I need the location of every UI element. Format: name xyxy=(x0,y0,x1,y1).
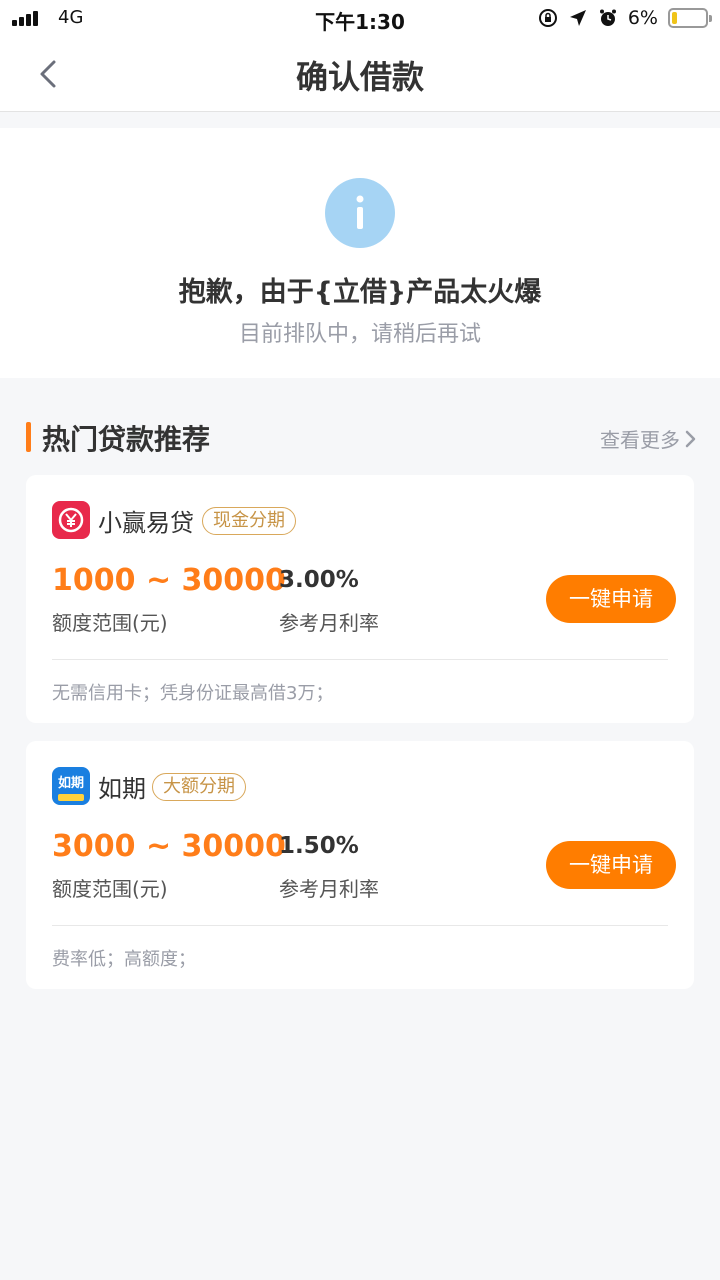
loan-card[interactable]: 如期 如期 大额分期 3000 ~ 30000 额度范围(元) 1.50% 参考… xyxy=(26,741,694,989)
amount-range: 1000 ~ 30000 xyxy=(52,563,286,598)
see-more-link[interactable]: 查看更多 xyxy=(600,424,698,453)
rotation-lock-icon xyxy=(538,9,557,27)
status-bar: 4G 下午1:30 6% xyxy=(0,0,720,36)
apply-button[interactable]: 一键申请 xyxy=(546,575,676,623)
apply-button[interactable]: 一键申请 xyxy=(546,841,676,889)
product-features: 无需信用卡；凭身份证最高借3万； xyxy=(52,683,334,704)
product-name: 如期 xyxy=(98,775,146,803)
product-tag: 现金分期 xyxy=(202,507,296,535)
notice-title: 抱歉，由于{立借}产品太火爆 xyxy=(178,277,542,308)
rate-label: 参考月利率 xyxy=(279,611,379,635)
loan-card[interactable]: 小赢易贷 现金分期 1000 ~ 30000 额度范围(元) 3.00% 参考月… xyxy=(26,475,694,723)
location-arrow-icon xyxy=(569,10,586,26)
monthly-rate: 3.00% xyxy=(279,567,359,593)
battery-percent: 6% xyxy=(627,7,658,29)
amount-label: 额度范围(元) xyxy=(52,611,168,635)
product-features: 费率低；高额度； xyxy=(52,949,196,970)
battery-icon xyxy=(668,8,712,28)
xiaoying-logo-icon xyxy=(52,501,90,539)
notice-subtitle: 目前排队中，请稍后再试 xyxy=(238,322,481,347)
status-right: 6% xyxy=(538,6,712,30)
alarm-icon xyxy=(599,9,616,26)
ruqi-logo-icon: 如期 xyxy=(52,767,90,805)
amount-range: 3000 ~ 30000 xyxy=(52,829,286,864)
logo-text: 如期 xyxy=(57,776,84,791)
divider xyxy=(52,659,668,660)
info-icon xyxy=(325,178,395,248)
amount-label: 额度范围(元) xyxy=(52,877,168,901)
nav-bar: 确认借款 xyxy=(0,36,720,112)
section-title: 热门贷款推荐 xyxy=(42,423,211,456)
divider xyxy=(52,925,668,926)
rate-label: 参考月利率 xyxy=(279,877,379,901)
product-name: 小赢易贷 xyxy=(98,509,194,537)
see-more-label: 查看更多 xyxy=(600,428,680,452)
notice-panel: 抱歉，由于{立借}产品太火爆 目前排队中，请稍后再试 xyxy=(0,128,720,378)
product-tag: 大额分期 xyxy=(152,773,246,801)
page-title: 确认借款 xyxy=(295,58,424,96)
chevron-right-icon xyxy=(685,430,696,447)
monthly-rate: 1.50% xyxy=(279,833,359,859)
section-accent-bar xyxy=(26,422,31,452)
